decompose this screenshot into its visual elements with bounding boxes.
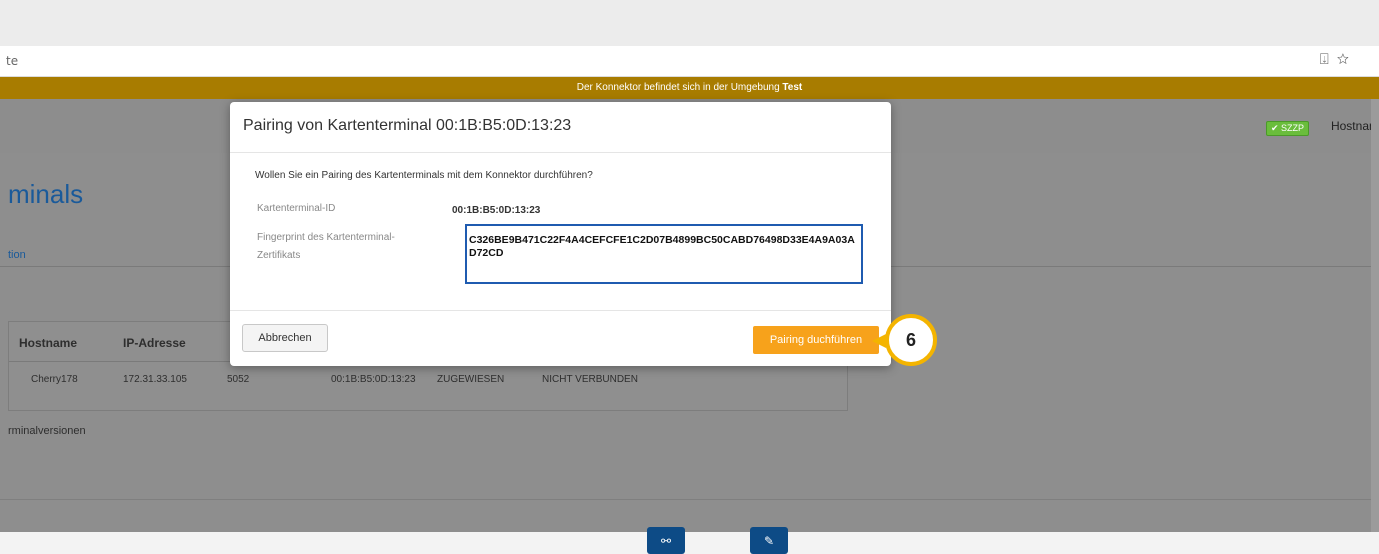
cancel-button[interactable]: Abbrechen [242,324,328,352]
download-page-icon[interactable]: ⍗ [1320,51,1337,68]
fingerprint-label: Fingerprint des Kartenterminal-Zertifika… [257,232,395,261]
pair-link-button[interactable]: ⚯ [647,527,685,554]
callout-pointer [872,334,886,348]
cell-status: ZUGEWIESEN [437,374,505,385]
edit-button[interactable]: ✎ [750,527,788,554]
tab-link[interactable]: tion [8,249,26,261]
pencil-icon: ✎ [763,533,775,548]
status-badge: ✔ SZZP [1265,121,1309,136]
dialog-footer-divider [230,310,891,311]
terminalversions-link[interactable]: rminalversionen [8,425,86,437]
cell-hostname: Cherry178 [31,374,78,385]
pairing-dialog: Pairing von Kartenterminal 00:1B:B5:0D:1… [230,102,891,366]
cell-terminal-id: 00:1B:B5:0D:13:23 [331,374,416,385]
dialog-question: Wollen Sie ein Pairing des Kartentermina… [255,170,593,181]
perform-pairing-button[interactable]: Pairing duchführen [753,326,879,354]
page-title: minals [8,179,84,209]
cell-ip: 172.31.33.105 [123,374,187,385]
step-number-callout: 6 [885,314,937,366]
dialog-header-divider [230,152,891,153]
environment-banner-text: Der Konnektor befindet sich in der Umgeb… [576,82,783,93]
column-header-hostname[interactable]: Hostname [19,336,77,350]
environment-name: Test [782,82,803,93]
fingerprint-field[interactable]: C326BE9B471C22F4A4CEFCFE1C2D07B4899BC50C… [465,224,863,284]
terminal-id-value: 00:1B:B5:0D:13:23 [452,205,541,216]
address-bar[interactable]: te ⍗☆ [0,46,1379,77]
star-bookmark-icon[interactable]: ☆ [1337,51,1357,68]
cell-connection: NICHT VERBUNDEN [542,374,638,385]
link-icon: ⚯ [660,533,672,548]
address-text: te [6,54,19,68]
footer-divider [0,499,1379,500]
terminal-id-label: Kartenterminal-ID [257,203,336,214]
cell-port: 5052 [227,374,250,385]
dialog-title: Pairing von Kartenterminal 00:1B:B5:0D:1… [243,117,572,134]
environment-banner: Der Konnektor befindet sich in der Umgeb… [0,77,1379,99]
address-bar-icons: ⍗☆ [1320,51,1357,68]
browser-tab-strip [0,0,1379,47]
page-scrollbar[interactable] [1371,99,1379,532]
column-header-ip[interactable]: IP-Adresse [123,336,186,350]
